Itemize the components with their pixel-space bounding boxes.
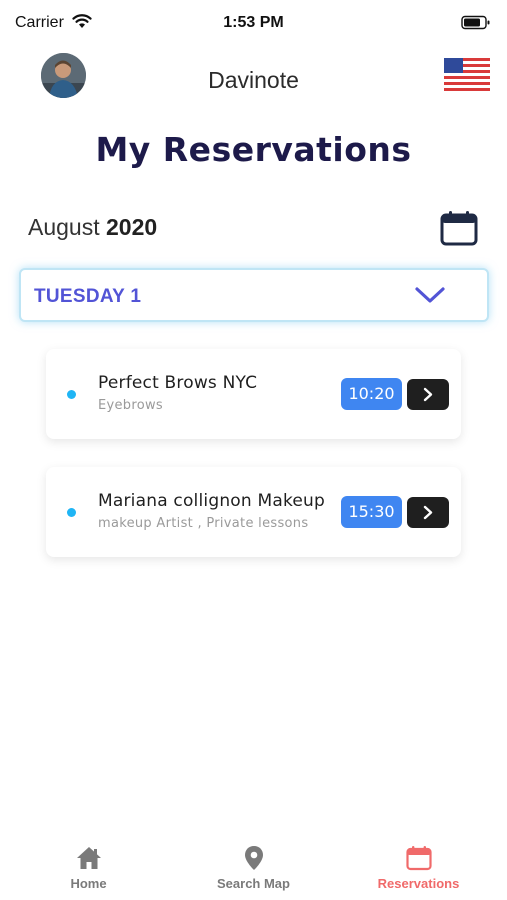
- chevron-down-icon: [415, 287, 445, 303]
- day-selector[interactable]: TUESDAY 1: [19, 268, 489, 322]
- status-bar: Carrier 1:53 PM: [0, 0, 507, 44]
- month-name: August: [28, 214, 100, 240]
- tab-reservations[interactable]: Reservations: [334, 835, 503, 895]
- open-reservation-button[interactable]: [407, 497, 449, 528]
- status-dot: [67, 508, 76, 517]
- reservation-time-badge: 15:30: [341, 496, 402, 528]
- status-time: 1:53 PM: [223, 14, 284, 31]
- reservation-category: Eyebrows: [98, 398, 163, 413]
- tab-search-map[interactable]: Search Map: [169, 835, 338, 895]
- tab-home[interactable]: Home: [4, 835, 173, 895]
- open-reservation-button[interactable]: [407, 379, 449, 410]
- map-pin-icon: [245, 846, 263, 870]
- status-dot: [67, 390, 76, 399]
- calendar-icon[interactable]: [440, 210, 478, 246]
- home-icon: [77, 847, 101, 869]
- reservation-category: makeup Artist , Private lessons: [98, 516, 309, 531]
- battery-icon: [461, 15, 490, 30]
- app-title: Davinote: [208, 67, 299, 93]
- selected-day: TUESDAY 1: [34, 286, 142, 307]
- chevron-right-icon: [423, 505, 433, 520]
- reservation-name: Mariana collignon Makeup: [98, 491, 326, 511]
- calendar-icon: [406, 846, 432, 871]
- month-year: 2020: [106, 214, 158, 240]
- reservation-card[interactable]: Perfect Brows NYC Eyebrows 10:20: [46, 349, 461, 439]
- tab-search-map-label: Search Map: [217, 876, 290, 891]
- reservation-name: Perfect Brows NYC: [98, 373, 258, 393]
- us-flag-icon[interactable]: [444, 58, 490, 91]
- month-label: August 2020: [28, 214, 157, 241]
- reservation-card[interactable]: Mariana collignon Makeup makeup Artist ,…: [46, 467, 461, 557]
- reservation-time-badge: 10:20: [341, 378, 402, 410]
- tab-bar: Home Search Map Reservations: [0, 835, 507, 900]
- page-title: My Reservations: [95, 130, 412, 169]
- chevron-right-icon: [423, 387, 433, 402]
- tab-reservations-label: Reservations: [377, 876, 460, 891]
- tab-home-label: Home: [70, 876, 107, 891]
